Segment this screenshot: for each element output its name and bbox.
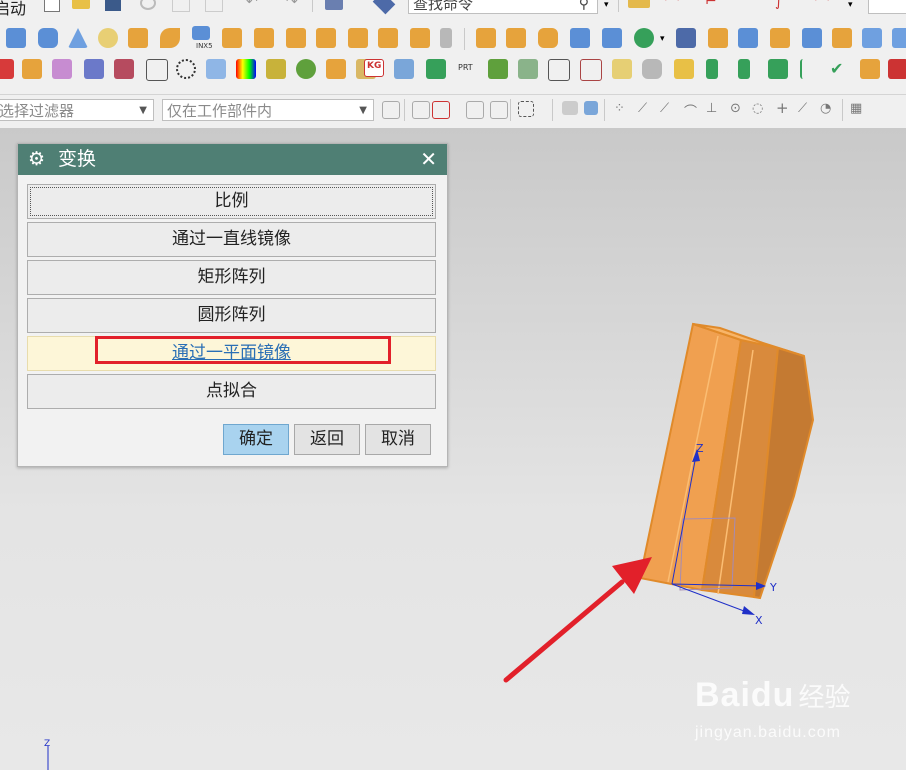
x-axis-arrow-icon [742, 606, 755, 615]
watermark: Baidu 经验 jingyan.baidu.com [695, 676, 851, 741]
dialog-title: 变换 [58, 148, 97, 170]
watermark-product: 经验 [798, 683, 851, 713]
x-axis-label: X [755, 614, 763, 627]
close-icon[interactable]: ✕ [420, 144, 437, 175]
corner-z-axis-label: Z [44, 739, 50, 749]
option-mirror-line-button[interactable]: 通过一直线镜像 [27, 222, 436, 257]
corner-triad: Z [44, 739, 50, 770]
z-axis-label: Z [696, 442, 704, 455]
option-point-fit-button[interactable]: 点拟合 [27, 374, 436, 409]
option-circular-array-button[interactable]: 圆形阵列 [27, 298, 436, 333]
dialog-title-bar[interactable]: ⚙ 变换 ✕ [18, 144, 447, 175]
annotation-arrow-shaft [503, 579, 625, 683]
annotation-arrow [503, 557, 652, 683]
option-scale-button[interactable]: 比例 [27, 184, 436, 219]
prism-model[interactable] [638, 322, 815, 600]
option-rect-array-button[interactable]: 矩形阵列 [27, 260, 436, 295]
watermark-brand: Baidu [695, 676, 795, 714]
back-button[interactable]: 返回 [294, 424, 360, 455]
ok-button[interactable]: 确定 [223, 424, 289, 455]
option-mirror-plane-button[interactable]: 通过一平面镜像 [27, 336, 436, 371]
transform-dialog: ⚙ 变换 ✕ 比例 通过一直线镜像 矩形阵列 圆形阵列 通过一平面镜像 点拟合 … [17, 143, 448, 467]
watermark-url: jingyan.baidu.com [695, 724, 841, 741]
cancel-button[interactable]: 取消 [365, 424, 431, 455]
y-axis-label: Y [769, 581, 777, 594]
gear-icon: ⚙ [28, 148, 46, 170]
